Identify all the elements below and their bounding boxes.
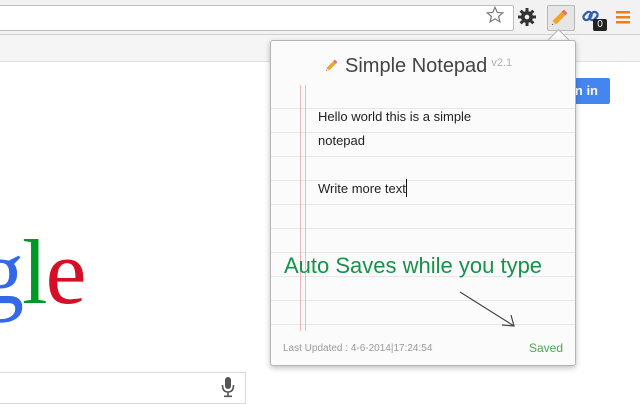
note-line-last: Write more text <box>318 177 538 201</box>
mic-icon[interactable] <box>220 376 236 398</box>
popup-title: Simple Notepad v2.1 <box>323 55 512 83</box>
pencil-icon <box>326 59 338 71</box>
note-line: Hello world this is a simple <box>318 109 472 124</box>
arrow-icon <box>459 291 515 327</box>
last-updated: Last Updated : 4-6-2014|17:24:54 <box>283 343 433 354</box>
google-logo: gle <box>0 221 86 323</box>
note-line: notepad <box>318 133 365 148</box>
note-textarea[interactable]: Hello world this is a simple notepad Wri… <box>318 105 538 201</box>
google-search-input[interactable] <box>0 372 246 404</box>
app-name: Simple Notepad <box>345 55 488 77</box>
save-status: Saved <box>528 341 563 355</box>
version-label: v2.1 <box>491 57 513 69</box>
address-bar[interactable] <box>0 5 514 31</box>
gear-icon[interactable] <box>516 6 538 28</box>
note-line: Write more text <box>318 181 406 196</box>
popup-footer: Last Updated : 4-6-2014|17:24:54 Saved <box>271 339 575 365</box>
auto-save-callout: Auto Saves while you type <box>284 253 543 278</box>
pencil-icon <box>551 9 568 26</box>
notepad-extension-button[interactable] <box>547 5 575 31</box>
extension-badge: 0 <box>593 19 607 31</box>
browser-toolbar: 0 <box>0 0 640 35</box>
note-line <box>318 153 538 177</box>
menu-icon[interactable] <box>612 6 634 28</box>
text-caret <box>405 179 407 197</box>
margin-line <box>305 85 306 331</box>
margin-line <box>300 85 301 331</box>
star-icon[interactable] <box>486 6 504 24</box>
notepad-popup: Simple Notepad v2.1 Hello world this is a… <box>270 40 576 366</box>
